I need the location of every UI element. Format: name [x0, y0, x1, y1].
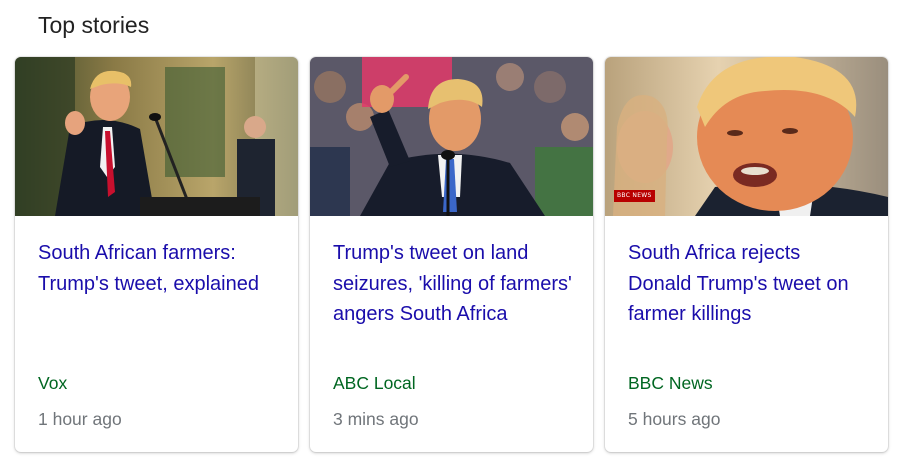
- story-time: 3 mins ago: [333, 409, 419, 429]
- top-stories-carousel: South African farmers: Trump's tweet, ex…: [15, 57, 891, 453]
- story-time: 1 hour ago: [38, 409, 122, 429]
- story-thumbnail[interactable]: [310, 57, 593, 216]
- story-card[interactable]: BBC NEWS South Africa rejects Donald Tru…: [605, 57, 888, 452]
- story-time: 5 hours ago: [628, 409, 721, 429]
- trump-pointing-rally-photo: [310, 57, 593, 216]
- section-title: Top stories: [38, 12, 150, 38]
- story-source: ABC Local: [333, 373, 416, 393]
- story-source: BBC News: [628, 373, 713, 393]
- story-card[interactable]: Trump's tweet on land seizures, 'killing…: [310, 57, 593, 452]
- story-thumbnail[interactable]: [15, 57, 298, 216]
- story-headline[interactable]: Trump's tweet on land seizures, 'killing…: [333, 238, 573, 330]
- trump-podium-photo: [15, 57, 298, 216]
- story-headline[interactable]: South African farmers: Trump's tweet, ex…: [38, 238, 278, 299]
- story-source: Vox: [38, 373, 68, 393]
- story-headline[interactable]: South Africa rejects Donald Trump's twee…: [628, 238, 868, 330]
- story-thumbnail[interactable]: BBC NEWS: [605, 57, 888, 216]
- story-card[interactable]: South African farmers: Trump's tweet, ex…: [15, 57, 298, 452]
- bbc-news-logo: BBC NEWS: [614, 190, 655, 202]
